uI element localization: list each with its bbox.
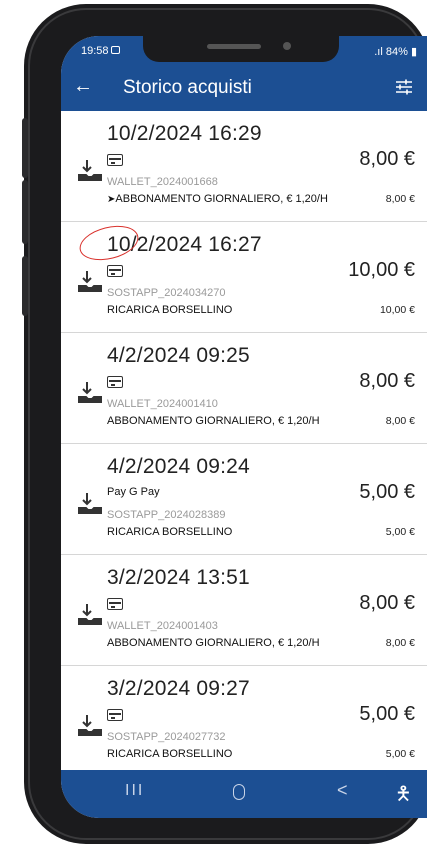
purchase-amount: 5,00 € [359,481,415,503]
purchase-date: 4/2/2024 09:25 [107,344,250,367]
app-bar: ← Storico acquisti [61,65,427,111]
card-icon [107,598,123,610]
signal-icon: .ıl [374,46,383,58]
screen: 19:58 .ıl 84% ▮ ← Storico acquisti 10/2/… [61,36,427,818]
list-item[interactable]: 4/2/2024 09:24 5,00 € Pay G Pay SOSTAPP_… [61,444,427,555]
purchase-desc: RICARICA BORSELLINO [107,526,233,538]
purchase-date: 3/2/2024 13:51 [107,566,250,589]
purchase-desc-amount: 8,00 € [385,637,415,649]
notch [143,36,339,62]
purchase-desc-amount: 8,00 € [385,415,415,427]
purchase-ref: WALLET_2024001668 [107,176,218,188]
purchase-amount: 8,00 € [359,592,415,614]
purchase-desc-amount: 5,00 € [385,526,415,538]
list-item[interactable]: 3/2/2024 09:27 5,00 € SOSTAPP_2024027732… [61,666,427,777]
list-item[interactable]: 3/2/2024 13:51 8,00 € WALLET_2024001403 … [61,555,427,666]
purchase-desc-amount: 5,00 € [385,748,415,760]
accessibility-icon[interactable]: 🯅 [395,780,412,812]
purchase-amount: 10,00 € [348,259,415,281]
home-button[interactable] [233,784,245,800]
purchase-desc: RICARICA BORSELLINO [107,748,233,760]
purchase-ref: SOSTAPP_2024028389 [107,509,226,521]
card-icon [107,154,123,166]
purchase-desc-amount: 8,00 € [385,193,415,205]
purchase-ref: WALLET_2024001410 [107,398,218,410]
download-icon[interactable] [77,158,103,182]
list-item[interactable]: 10/2/2024 16:29 8,00 € WALLET_2024001668… [61,111,427,222]
download-icon[interactable] [77,380,103,404]
list-item[interactable]: 4/2/2024 09:25 8,00 € WALLET_2024001410 … [61,333,427,444]
page-title: Storico acquisti [123,77,252,98]
download-icon[interactable] [77,269,103,293]
purchase-date: 10/2/2024 16:29 [107,122,262,145]
purchase-ref: SOSTAPP_2024027732 [107,731,226,743]
purchase-amount: 5,00 € [359,703,415,725]
side-button [22,180,28,244]
purchase-ref: SOSTAPP_2024034270 [107,287,226,299]
purchase-date: 4/2/2024 09:24 [107,455,250,478]
purchase-amount: 8,00 € [359,148,415,170]
side-button [22,256,28,316]
download-icon[interactable] [77,602,103,626]
arrow-left-icon[interactable]: ← [73,75,93,98]
purchase-desc-amount: 10,00 € [379,304,415,316]
camera-icon [283,42,291,50]
purchase-desc: ABBONAMENTO GIORNALIERO, € 1,20/H [107,637,320,649]
system-nav-bar: III < 🯅 [61,770,427,818]
card-icon [107,709,123,721]
wallet-pay-icons: Pay G Pay [107,486,160,498]
purchase-ref: WALLET_2024001403 [107,620,218,632]
status-right: .ıl 84% ▮ [374,46,417,58]
purchase-desc: RICARICA BORSELLINO [107,304,233,316]
card-icon [107,376,123,388]
back-button[interactable]: < [337,780,348,801]
purchase-desc: ➤ABBONAMENTO GIORNALIERO, € 1,20/H [107,193,328,205]
purchase-date: 3/2/2024 09:27 [107,677,250,700]
download-icon[interactable] [77,713,103,737]
recent-apps-button[interactable]: III [125,782,144,800]
filter-sliders-icon[interactable] [395,79,413,95]
notification-icon [111,46,120,54]
purchase-desc: ABBONAMENTO GIORNALIERO, € 1,20/H [107,415,320,427]
purchase-amount: 8,00 € [359,370,415,392]
card-icon [107,265,123,277]
side-button [22,118,28,178]
battery-level: 84% [385,46,408,58]
speaker [207,44,261,49]
status-time: 19:58 [81,45,109,57]
download-icon[interactable] [77,491,103,515]
